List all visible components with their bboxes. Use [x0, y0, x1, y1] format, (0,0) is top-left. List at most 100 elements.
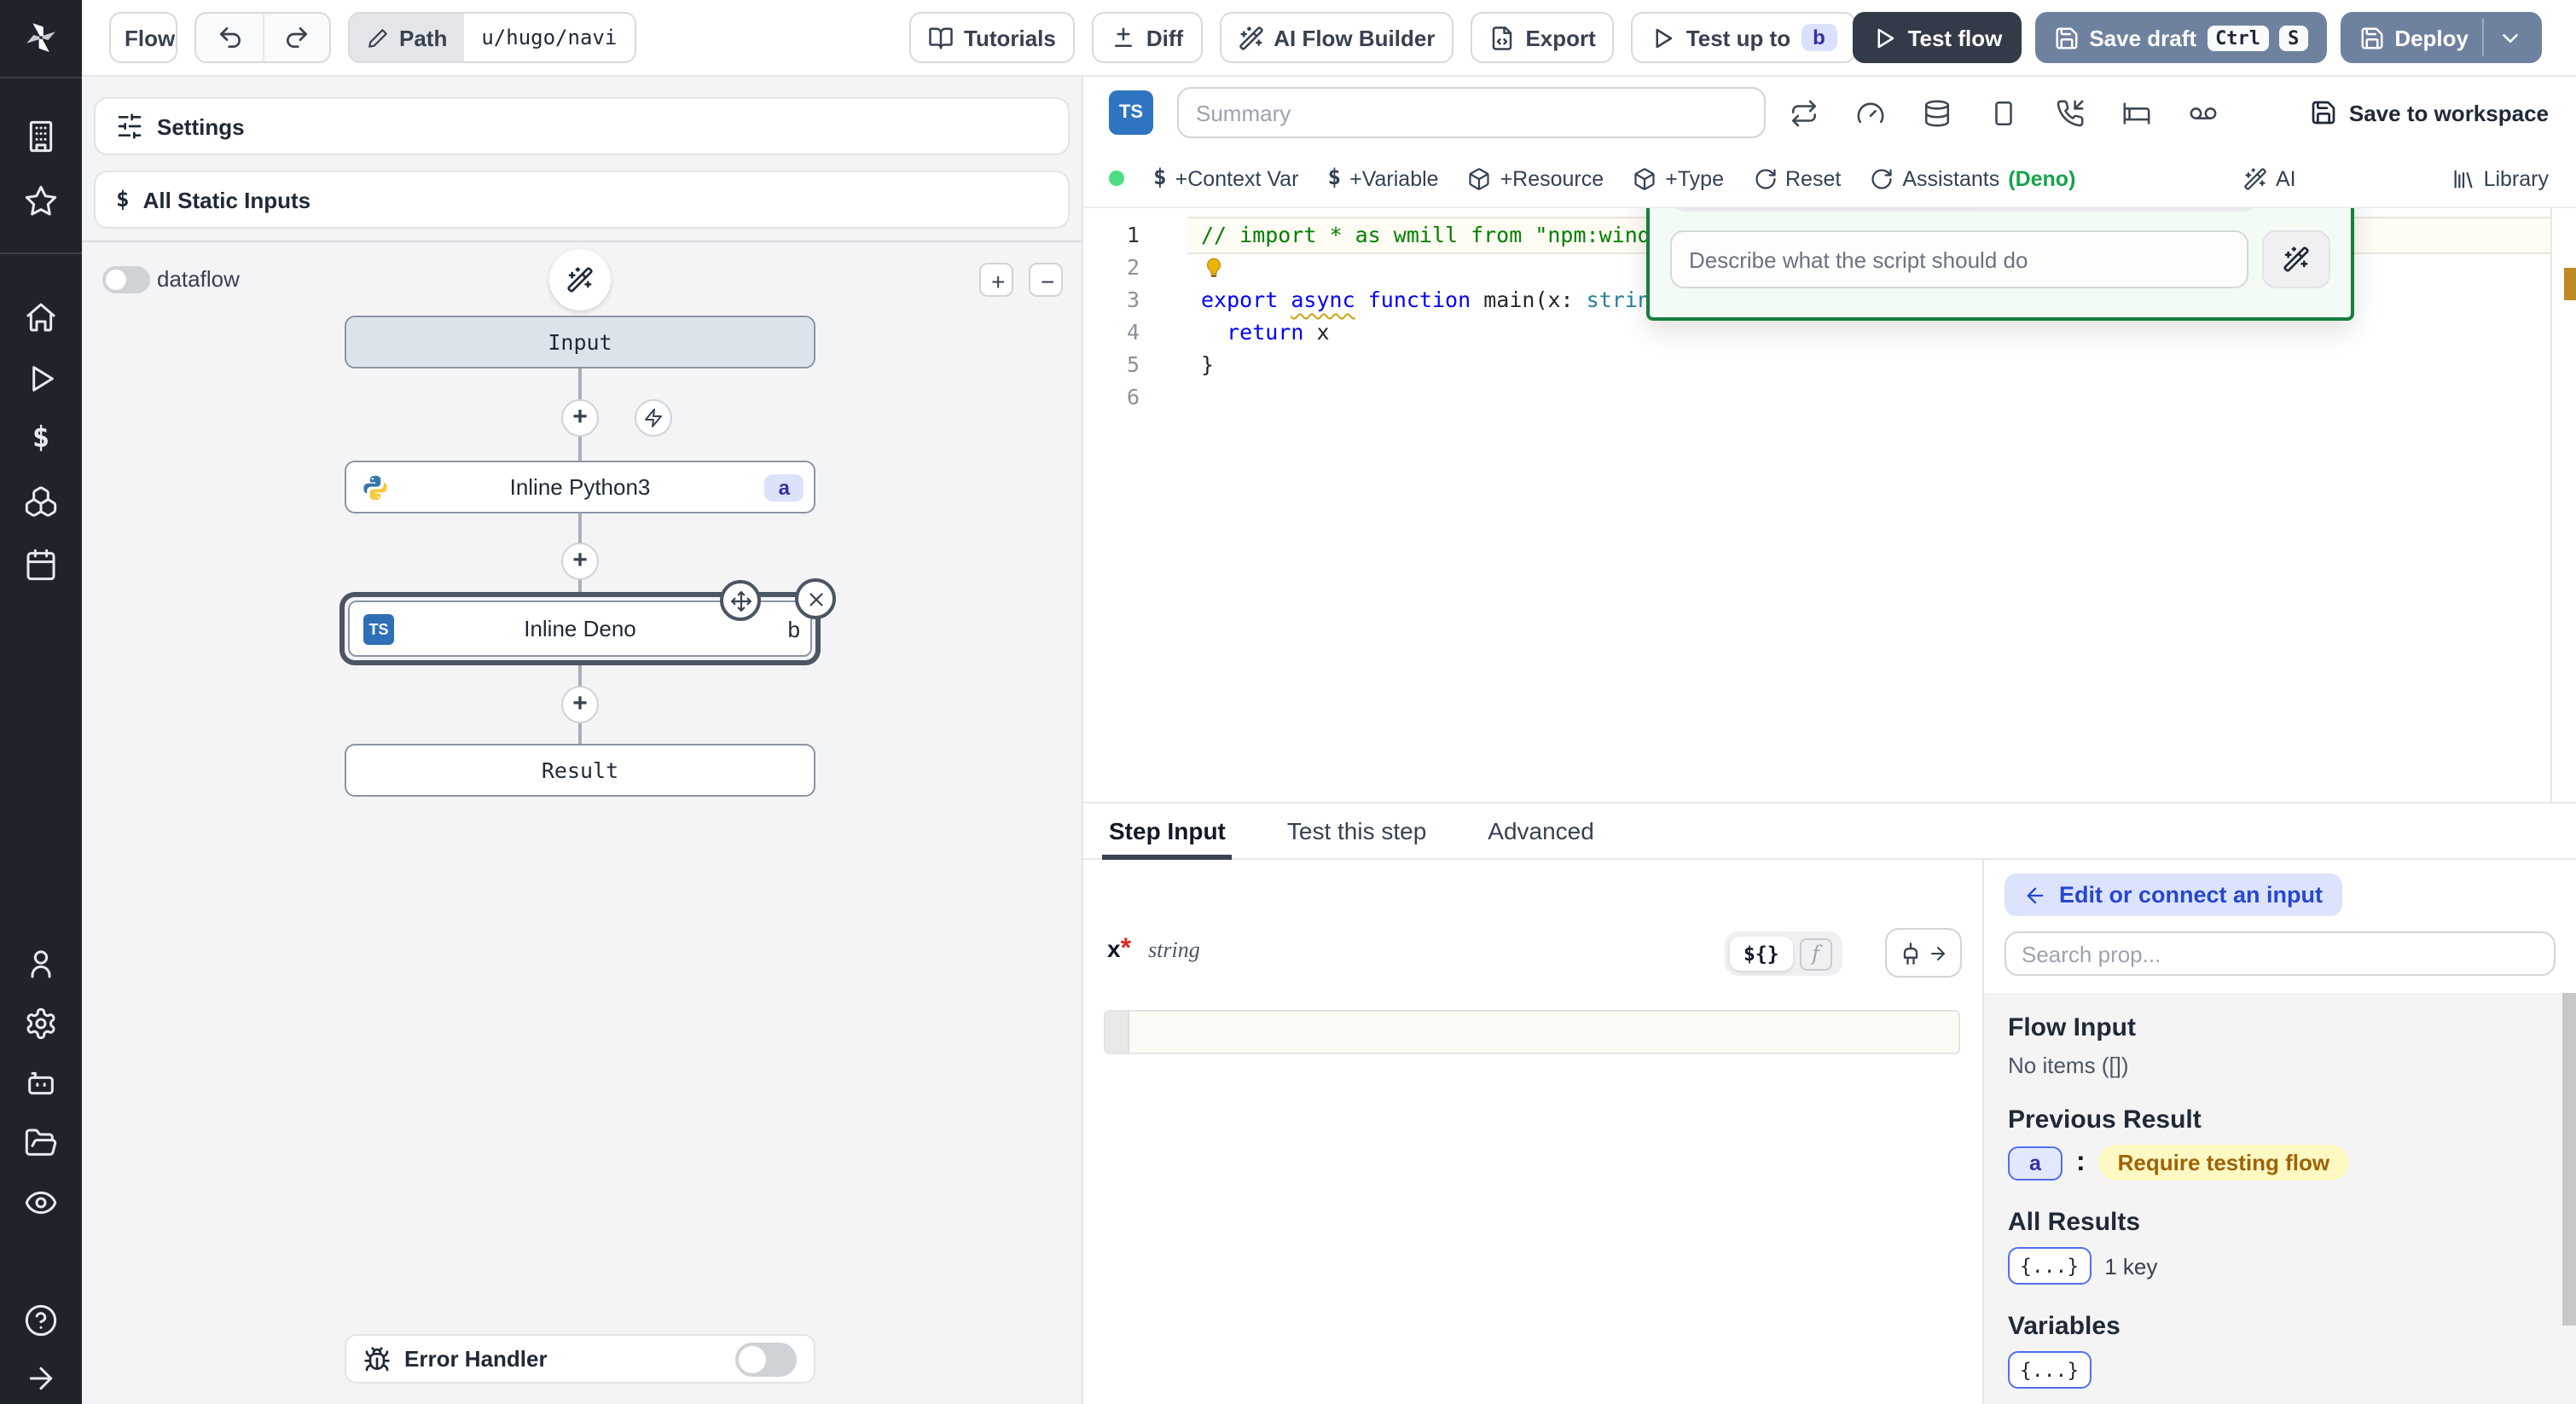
- field-value-input[interactable]: [1104, 1010, 1960, 1054]
- mock-icon[interactable]: [1989, 98, 2018, 127]
- flow-menu-button[interactable]: Flow: [109, 12, 177, 63]
- deploy-button[interactable]: Deploy: [2340, 12, 2542, 63]
- add-context-var-button[interactable]: $+Context Var: [1153, 165, 1298, 191]
- reset-button[interactable]: Reset: [1753, 166, 1841, 190]
- code-editor[interactable]: 123456 // import * as wmill from "npm:wi…: [1082, 208, 2576, 802]
- braces-badge[interactable]: {...}: [2008, 1247, 2091, 1285]
- sidebar-item-audit-logs[interactable]: [24, 1186, 58, 1220]
- edit-or-connect-button[interactable]: Edit or connect an input: [2005, 873, 2341, 916]
- code-token: function: [1368, 287, 1471, 312]
- insert-step-button[interactable]: +: [561, 399, 599, 437]
- ai-flow-builder-label: AI Flow Builder: [1273, 25, 1435, 50]
- path-value[interactable]: u/hugo/navi: [464, 14, 634, 61]
- tab-test-this-step[interactable]: Test this step: [1287, 804, 1426, 858]
- sidebar-item-workers[interactable]: [24, 1066, 58, 1100]
- connect-panel: Edit or connect an input Flow Input No i…: [1984, 860, 2576, 1404]
- windmill-logo-icon[interactable]: [20, 17, 61, 58]
- retries-icon[interactable]: [1790, 98, 1819, 127]
- save-to-workspace-button[interactable]: Save to workspace: [2310, 99, 2549, 126]
- test-flow-button[interactable]: Test flow: [1854, 12, 2022, 63]
- sleep-icon[interactable]: [2122, 98, 2151, 127]
- insert-step-button[interactable]: +: [561, 542, 599, 580]
- summary-input[interactable]: [1177, 87, 1766, 138]
- braces-badge[interactable]: {...}: [2008, 1351, 2091, 1389]
- play-icon: [1872, 25, 1898, 50]
- wand-icon: [566, 266, 594, 293]
- flow-node-input-label: Input: [548, 329, 612, 355]
- undo-button[interactable]: [196, 14, 263, 61]
- redo-button[interactable]: [263, 14, 329, 61]
- sidebar-item-favorites[interactable]: [24, 184, 58, 218]
- ai-flow-builder-button[interactable]: AI Flow Builder: [1219, 12, 1453, 63]
- deploy-label: Deploy: [2394, 25, 2469, 50]
- ai-prompt-input[interactable]: [1670, 230, 2248, 288]
- path-edit-button[interactable]: Path: [350, 14, 464, 61]
- flow-settings-button[interactable]: Settings: [94, 97, 1070, 155]
- insert-step-button[interactable]: +: [561, 686, 599, 723]
- add-type-button[interactable]: +Type: [1633, 166, 1724, 190]
- error-handler-toggle[interactable]: [735, 1342, 797, 1376]
- code-line: [1201, 380, 2542, 413]
- delete-step-button[interactable]: [795, 578, 836, 619]
- ai-button[interactable]: AI: [2243, 166, 2296, 190]
- sidebar-item-schedules[interactable]: [24, 548, 58, 582]
- sidebar-item-variables[interactable]: $: [24, 421, 58, 455]
- sidebar-item-help[interactable]: [24, 1303, 58, 1337]
- connect-input-button[interactable]: [1885, 928, 1962, 978]
- sidebar-item-folders[interactable]: [24, 1126, 58, 1160]
- code-token: main: [1483, 287, 1535, 312]
- zoom-in-button[interactable]: +: [979, 263, 1013, 297]
- chevron-down-icon[interactable]: [2498, 25, 2523, 50]
- tab-advanced[interactable]: Advanced: [1488, 804, 1594, 858]
- step-id-badge: a: [765, 473, 804, 501]
- kbd-ctrl: Ctrl: [2207, 25, 2269, 50]
- ai-wand-button[interactable]: [549, 249, 611, 310]
- dataflow-toggle[interactable]: [102, 266, 150, 293]
- tutorials-button[interactable]: Tutorials: [909, 12, 1075, 63]
- close-icon: [804, 588, 827, 610]
- library-button[interactable]: Library: [2451, 166, 2549, 190]
- input-mode-toggle[interactable]: ${} f: [1725, 931, 1842, 976]
- all-static-inputs-button[interactable]: $ All Static Inputs: [94, 171, 1070, 229]
- flow-node-result[interactable]: Result: [345, 744, 815, 797]
- sidebar-item-resources[interactable]: [24, 484, 58, 519]
- sidebar-item-runs[interactable]: [24, 362, 58, 396]
- cache-icon[interactable]: [1923, 98, 1952, 127]
- flow-node-input[interactable]: Input: [345, 316, 815, 368]
- function-mode-option[interactable]: f: [1800, 937, 1832, 970]
- ai-generate-button[interactable]: [2262, 230, 2330, 288]
- test-up-to-button[interactable]: Test up tob: [1632, 12, 1856, 63]
- scrollbar-thumb[interactable]: [2562, 993, 2576, 1326]
- key-count: 1 key: [2104, 1253, 2157, 1279]
- flow-node-python[interactable]: Inline Python3 a: [345, 461, 815, 513]
- sidebar-item-settings[interactable]: [24, 1007, 58, 1041]
- tab-step-input[interactable]: Step Input: [1109, 804, 1226, 858]
- add-variable-button[interactable]: $+Variable: [1327, 165, 1438, 191]
- undo-redo-group: [194, 12, 331, 63]
- kbd-s: S: [2279, 25, 2307, 50]
- library-label: Library: [2484, 166, 2549, 190]
- expression-mode-option[interactable]: ${}: [1730, 937, 1793, 971]
- sidebar-item-users[interactable]: [24, 947, 58, 981]
- connect-panel-body: Flow Input No items ([]) Previous Result…: [1984, 993, 2576, 1404]
- save-draft-button[interactable]: Save draftCtrlS: [2034, 12, 2326, 63]
- move-step-button[interactable]: [720, 580, 761, 621]
- early-stop-icon[interactable]: [1856, 98, 1885, 127]
- suspend-icon[interactable]: [2056, 98, 2085, 127]
- sidebar-item-home[interactable]: [24, 300, 58, 334]
- zoom-out-button[interactable]: −: [1029, 263, 1063, 297]
- sidebar-expand-button[interactable]: [24, 1361, 58, 1395]
- lightbulb-icon[interactable]: [1203, 254, 1225, 281]
- add-resource-button[interactable]: +Resource: [1468, 166, 1604, 190]
- concurrency-icon[interactable]: [2189, 98, 2218, 127]
- search-prop-input[interactable]: [2005, 931, 2556, 976]
- sidebar-divider: [0, 252, 82, 254]
- required-mark: *: [1121, 935, 1131, 964]
- export-button[interactable]: Export: [1471, 12, 1614, 63]
- trigger-button[interactable]: [635, 399, 672, 437]
- assistants-button[interactable]: Assistants(Deno): [1870, 166, 2075, 190]
- result-key-badge[interactable]: a: [2008, 1146, 2063, 1180]
- error-handler-row[interactable]: Error Handler: [345, 1334, 815, 1384]
- sidebar-item-workspace[interactable]: [24, 119, 58, 154]
- diff-button[interactable]: Diff: [1092, 12, 1202, 63]
